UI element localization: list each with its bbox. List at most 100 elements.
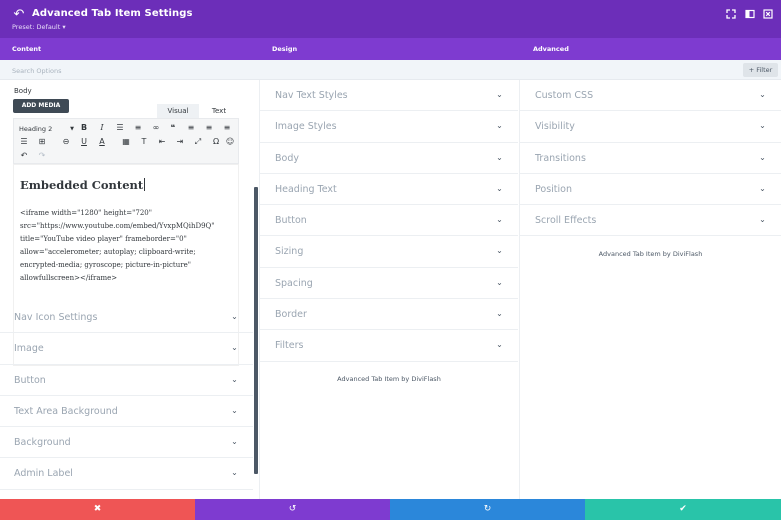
redo-icon[interactable]: ↷ [36, 150, 48, 162]
search-bar: + Filter [0, 60, 781, 80]
section-button[interactable]: Button ⌄ [260, 205, 518, 237]
section-text-area-background[interactable]: Text Area Background ⌄ [0, 396, 253, 428]
back-icon[interactable]: ↶ [11, 7, 27, 23]
chevron-down-icon: ⌄ [759, 152, 766, 162]
align-right-icon[interactable]: ≡ [221, 122, 233, 134]
tab-content[interactable]: Content [12, 45, 41, 53]
section-label: Button [14, 374, 46, 386]
section-nav-text-styles[interactable]: Nav Text Styles ⌄ [260, 80, 518, 112]
chevron-down-icon: ⌄ [231, 374, 238, 384]
section-body[interactable]: Body ⌄ [260, 143, 518, 174]
chevron-down-icon: ⌄ [231, 405, 238, 415]
chevron-down-icon: ⌄ [496, 152, 503, 162]
cancel-button[interactable]: ✖ [0, 499, 195, 520]
fullscreen-icon[interactable] [725, 9, 737, 21]
section-button[interactable]: Button ⌄ [0, 365, 253, 396]
section-image[interactable]: Image ⌄ [0, 333, 253, 365]
close-icon: ✖ [93, 504, 102, 514]
chevron-down-icon: ⌄ [231, 437, 238, 447]
undo-icon: ↺ [288, 504, 297, 514]
emoji-icon[interactable]: ☺ [224, 136, 236, 148]
section-label: Admin Label [14, 468, 73, 480]
section-nav-icon-settings[interactable]: Nav Icon Settings ⌄ [0, 302, 253, 334]
tab-text[interactable]: Text [199, 104, 239, 118]
body-label: Body [14, 87, 32, 95]
close-icon[interactable] [762, 9, 774, 21]
text-color-icon[interactable]: A [96, 136, 108, 148]
chevron-down-icon: ⌄ [231, 343, 238, 353]
advanced-column: Custom CSS ⌄ Visibility ⌄ Transitions ⌄ Pos… [519, 80, 781, 499]
chevron-down-icon: ⌄ [231, 312, 238, 321]
chevron-down-icon: ⌄ [496, 215, 503, 225]
preset-selector[interactable]: Preset: Default ▾ [12, 23, 66, 31]
section-background[interactable]: Background ⌄ [0, 427, 253, 459]
chevron-down-icon: ⌄ [496, 183, 503, 193]
clear-formatting-icon[interactable]: T [138, 136, 150, 148]
tab-design[interactable]: Design [272, 45, 297, 53]
filter-button[interactable]: + Filter [743, 63, 778, 77]
tab-visual[interactable]: Visual [157, 104, 199, 118]
redo-button[interactable]: ↻ [390, 499, 585, 520]
save-button[interactable]: ✔ [585, 499, 781, 520]
justify-icon[interactable]: ☰ [18, 136, 30, 148]
section-position[interactable]: Position ⌄ [520, 174, 781, 206]
section-label: Filters [275, 340, 304, 352]
align-center-icon[interactable]: ≡ [203, 122, 215, 134]
fullscreen-editor-icon[interactable]: ⤢ [192, 136, 204, 148]
undo-icon[interactable]: ↶ [18, 150, 30, 162]
undo-button[interactable]: ↺ [195, 499, 390, 520]
tab-advanced[interactable]: Advanced [533, 45, 569, 53]
section-label: Position [535, 183, 572, 195]
align-left-icon[interactable]: ≡ [185, 122, 197, 134]
section-scroll-effects[interactable]: Scroll Effects ⌄ [520, 205, 781, 237]
section-filters[interactable]: Filters ⌄ [260, 330, 518, 362]
blockquote-icon[interactable]: ❝ [167, 122, 179, 134]
underline-icon[interactable]: U [78, 136, 90, 148]
text-cursor [144, 178, 146, 191]
section-custom-css[interactable]: Custom CSS ⌄ [520, 80, 781, 112]
section-label: Transitions [535, 152, 586, 164]
strikethrough-icon[interactable]: ⊖ [60, 136, 72, 148]
split-view-icon[interactable] [744, 9, 756, 21]
link-icon[interactable]: ∞ [150, 122, 162, 134]
section-label: Custom CSS [535, 90, 594, 101]
section-label: Nav Text Styles [275, 90, 348, 101]
editor-toolbar: Heading 2 ▼ B I ☰ ≡ ∞ ❝ ≡ ≡ ≡ ☰ ⊞ ⊖ U A ▦… [13, 118, 239, 164]
bullet-list-icon[interactable]: ☰ [114, 122, 126, 134]
chevron-down-icon: ⌄ [231, 468, 238, 478]
section-sizing[interactable]: Sizing ⌄ [260, 236, 518, 268]
omega-icon[interactable]: Ω [210, 136, 222, 148]
chevron-down-icon: ⌄ [496, 340, 503, 350]
heading-format-select[interactable]: Heading 2 ▼ [19, 124, 74, 134]
section-visibility[interactable]: Visibility ⌄ [520, 111, 781, 143]
section-border[interactable]: Border ⌄ [260, 299, 518, 331]
section-heading-text[interactable]: Heading Text ⌄ [260, 174, 518, 206]
section-spacing[interactable]: Spacing ⌄ [260, 268, 518, 300]
search-input[interactable] [12, 65, 312, 76]
add-media-button[interactable]: ADD MEDIA [13, 99, 69, 113]
section-transitions[interactable]: Transitions ⌄ [520, 143, 781, 174]
section-image-styles[interactable]: Image Styles ⌄ [260, 111, 518, 143]
section-label: Text Area Background [14, 405, 118, 417]
chevron-down-icon: ⌄ [496, 309, 503, 319]
italic-icon[interactable]: I [96, 122, 108, 134]
section-label: Spacing [275, 277, 313, 289]
settings-tabs: Content Design Advanced [0, 38, 781, 60]
indent-icon[interactable]: ⇥ [174, 136, 186, 148]
section-label: Border [275, 309, 307, 321]
section-label: Sizing [275, 246, 304, 258]
bold-icon[interactable]: B [78, 122, 90, 134]
section-label: Body [275, 152, 299, 164]
outdent-icon[interactable]: ⇤ [156, 136, 168, 148]
paste-text-icon[interactable]: ▦ [120, 136, 132, 148]
numbered-list-icon[interactable]: ≡ [132, 122, 144, 134]
editor-code: <iframe width="1280" height="720" src="h… [20, 209, 215, 282]
section-label: Scroll Effects [535, 215, 597, 227]
chevron-down-icon: ⌄ [759, 215, 766, 225]
redo-icon: ↻ [483, 504, 492, 514]
section-admin-label[interactable]: Admin Label ⌄ [0, 458, 253, 490]
design-column: Nav Text Styles ⌄ Image Styles ⌄ Body ⌄ Hea… [259, 80, 518, 499]
table-icon[interactable]: ⊞ [36, 136, 48, 148]
scrollbar[interactable] [254, 187, 258, 474]
section-label: Background [14, 437, 71, 449]
